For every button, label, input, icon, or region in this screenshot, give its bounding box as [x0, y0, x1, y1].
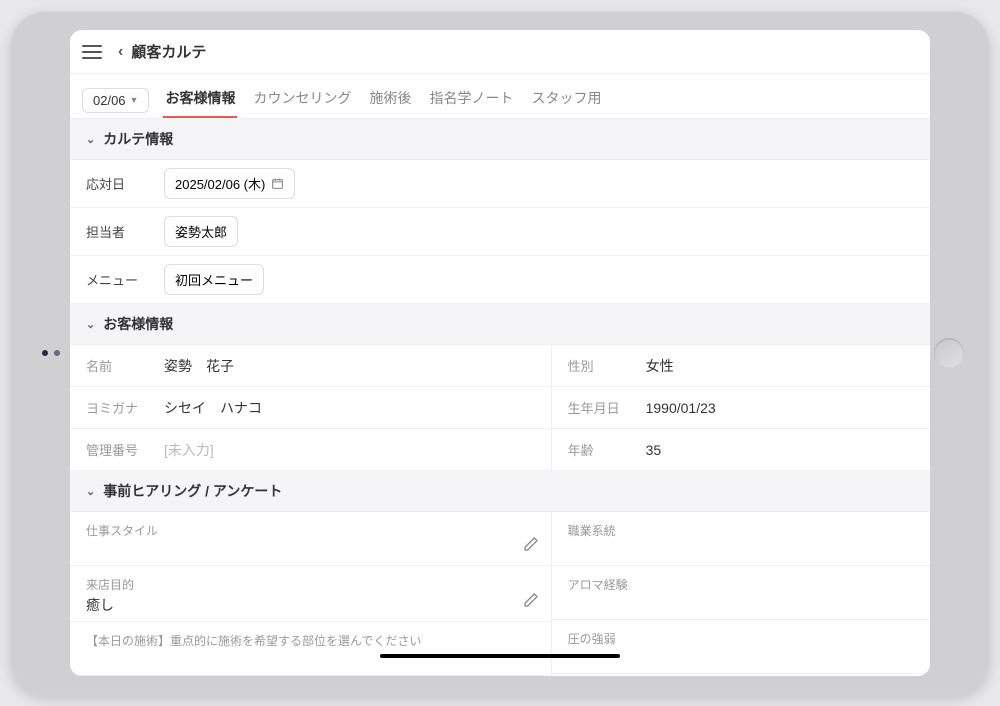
section-customer-title: お客様情報	[103, 314, 173, 334]
date-select-value: 02/06	[93, 93, 126, 108]
row-occupation: 職業系統	[552, 512, 930, 566]
label-occupation: 職業系統	[568, 522, 914, 539]
tab-notebook[interactable]: 指名学ノート	[427, 82, 515, 118]
label-gender: 性別	[568, 356, 646, 375]
label-dob: 生年月日	[568, 398, 646, 417]
row-today-treatment: 【本日の施術】重点的に施術を希望する部位を選んでください	[70, 622, 551, 676]
row-age: 年齢 35	[552, 429, 930, 471]
row-pressure: 圧の強弱	[552, 620, 930, 674]
section-karte-header[interactable]: ⌄ カルテ情報	[70, 119, 930, 160]
tab-after-treatment[interactable]: 施術後	[367, 82, 413, 118]
chevron-down-icon: ⌄	[86, 485, 95, 498]
tab-counseling[interactable]: カウンセリング	[251, 82, 353, 118]
row-name: 名前 姿勢 花子	[70, 345, 551, 387]
page-title: 顧客カルテ	[131, 41, 206, 62]
label-age: 年齢	[568, 440, 646, 459]
date-select[interactable]: 02/06 ▼	[82, 88, 149, 113]
label-staff: 担当者	[86, 222, 164, 241]
label-name: 名前	[86, 356, 164, 375]
pencil-icon	[523, 536, 539, 552]
pencil-icon	[523, 592, 539, 608]
row-kana: ヨミガナ シセイ ハナコ	[70, 387, 551, 429]
label-work-style: 仕事スタイル	[86, 522, 535, 539]
label-id: 管理番号	[86, 440, 164, 459]
input-response-date[interactable]: 2025/02/06 (木)	[164, 168, 295, 199]
row-id: 管理番号 [未入力]	[70, 429, 551, 471]
value-id-placeholder: [未入力]	[164, 440, 214, 460]
input-menu[interactable]: 初回メニュー	[164, 264, 264, 295]
row-aroma: アロマ経験	[552, 566, 930, 620]
tablet-home-button[interactable]	[934, 338, 964, 368]
hearing-grid: 仕事スタイル 来店目的 癒し 【本日の施術】重点的	[70, 512, 930, 676]
app-header: ‹ 顧客カルテ	[70, 30, 930, 74]
edit-purpose-button[interactable]	[523, 592, 539, 613]
row-response-date: 応対日 2025/02/06 (木)	[70, 160, 930, 208]
label-pressure: 圧の強弱	[568, 630, 914, 647]
staff-value: 姿勢太郎	[175, 222, 227, 241]
label-kana: ヨミガナ	[86, 398, 164, 417]
menu-value: 初回メニュー	[175, 270, 253, 289]
section-customer-header[interactable]: ⌄ お客様情報	[70, 304, 930, 345]
label-response-date: 応対日	[86, 174, 164, 193]
chevron-down-icon: ⌄	[86, 318, 95, 331]
home-indicator[interactable]	[380, 654, 620, 658]
tablet-camera	[42, 350, 60, 356]
tabs-row: 02/06 ▼ お客様情報 カウンセリング 施術後 指名学ノート スタッフ用	[70, 74, 930, 119]
scroll-area[interactable]: 02/06 ▼ お客様情報 カウンセリング 施術後 指名学ノート スタッフ用 ⌄…	[70, 74, 930, 676]
row-staff: 担当者 姿勢太郎	[70, 208, 930, 256]
label-aroma: アロマ経験	[568, 576, 914, 593]
customer-info-grid: 名前 姿勢 花子 ヨミガナ シセイ ハナコ 管理番号 [未入力] 性別	[70, 345, 930, 471]
response-date-value: 2025/02/06 (木)	[175, 174, 265, 193]
value-gender: 女性	[646, 356, 674, 376]
calendar-icon	[271, 177, 284, 190]
section-hearing-title: 事前ヒアリング / アンケート	[103, 481, 282, 501]
value-purpose: 癒し	[86, 595, 535, 615]
label-today-treatment: 【本日の施術】重点的に施術を希望する部位を選んでください	[86, 632, 535, 649]
chevron-down-icon: ⌄	[86, 133, 95, 146]
value-kana: シセイ ハナコ	[164, 398, 262, 418]
row-dob: 生年月日 1990/01/23	[552, 387, 930, 429]
chevron-down-icon: ▼	[130, 95, 139, 105]
tab-staff[interactable]: スタッフ用	[529, 82, 603, 118]
input-staff[interactable]: 姿勢太郎	[164, 216, 238, 247]
section-hearing-header[interactable]: ⌄ 事前ヒアリング / アンケート	[70, 471, 930, 512]
row-menu: メニュー 初回メニュー	[70, 256, 930, 304]
value-name: 姿勢 花子	[164, 356, 234, 376]
tab-customer-info[interactable]: お客様情報	[163, 82, 237, 118]
section-karte-title: カルテ情報	[103, 129, 173, 149]
label-menu: メニュー	[86, 270, 164, 289]
value-dob: 1990/01/23	[646, 400, 716, 416]
back-chevron-icon[interactable]: ‹	[118, 43, 123, 61]
value-age: 35	[646, 442, 662, 458]
hamburger-icon[interactable]	[82, 45, 102, 59]
row-work-style: 仕事スタイル	[70, 512, 551, 566]
label-purpose: 来店目的	[86, 576, 535, 593]
edit-work-style-button[interactable]	[523, 536, 539, 557]
row-gender: 性別 女性	[552, 345, 930, 387]
row-purpose: 来店目的 癒し	[70, 566, 551, 622]
